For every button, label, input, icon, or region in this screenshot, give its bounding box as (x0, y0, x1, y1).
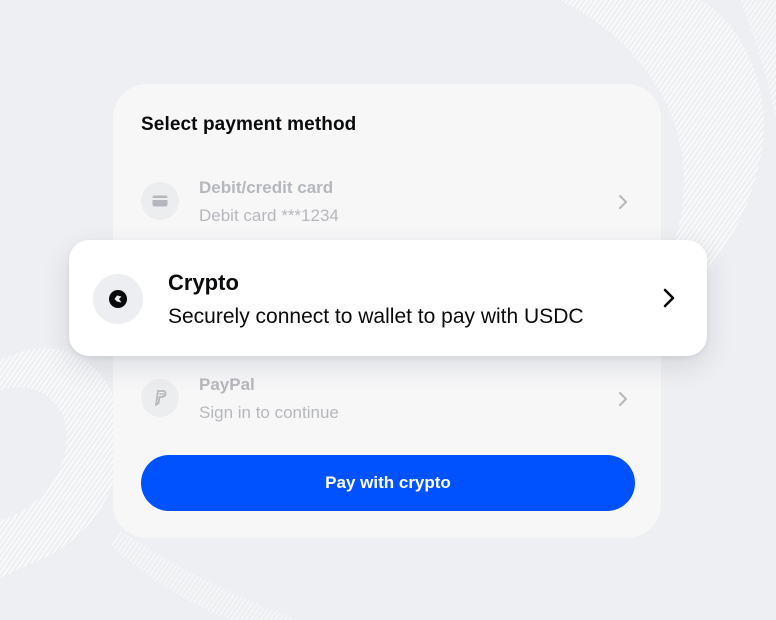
method-subtitle: Sign in to continue (199, 403, 339, 422)
method-title: Debit/credit card (199, 178, 334, 197)
chevron-right-icon (619, 195, 627, 209)
method-row-paypal[interactable]: PayPal Sign in to continue (141, 369, 633, 429)
method-row-card[interactable]: Debit/credit card Debit card ***1234 (141, 172, 633, 232)
credit-card-icon (141, 182, 179, 220)
crypto-icon (93, 274, 143, 324)
method-subtitle: Debit card ***1234 (199, 206, 339, 225)
method-title: PayPal (199, 375, 255, 394)
method-title: Crypto (168, 270, 239, 295)
chevron-right-icon (663, 288, 675, 308)
pay-with-crypto-button[interactable]: Pay with crypto (141, 455, 635, 511)
chevron-right-icon (619, 392, 627, 406)
method-row-crypto[interactable]: Crypto Securely connect to wallet to pay… (69, 240, 707, 356)
paypal-icon (141, 379, 179, 417)
panel-title: Select payment method (141, 114, 357, 135)
method-subtitle: Securely connect to wallet to pay with U… (168, 305, 584, 328)
